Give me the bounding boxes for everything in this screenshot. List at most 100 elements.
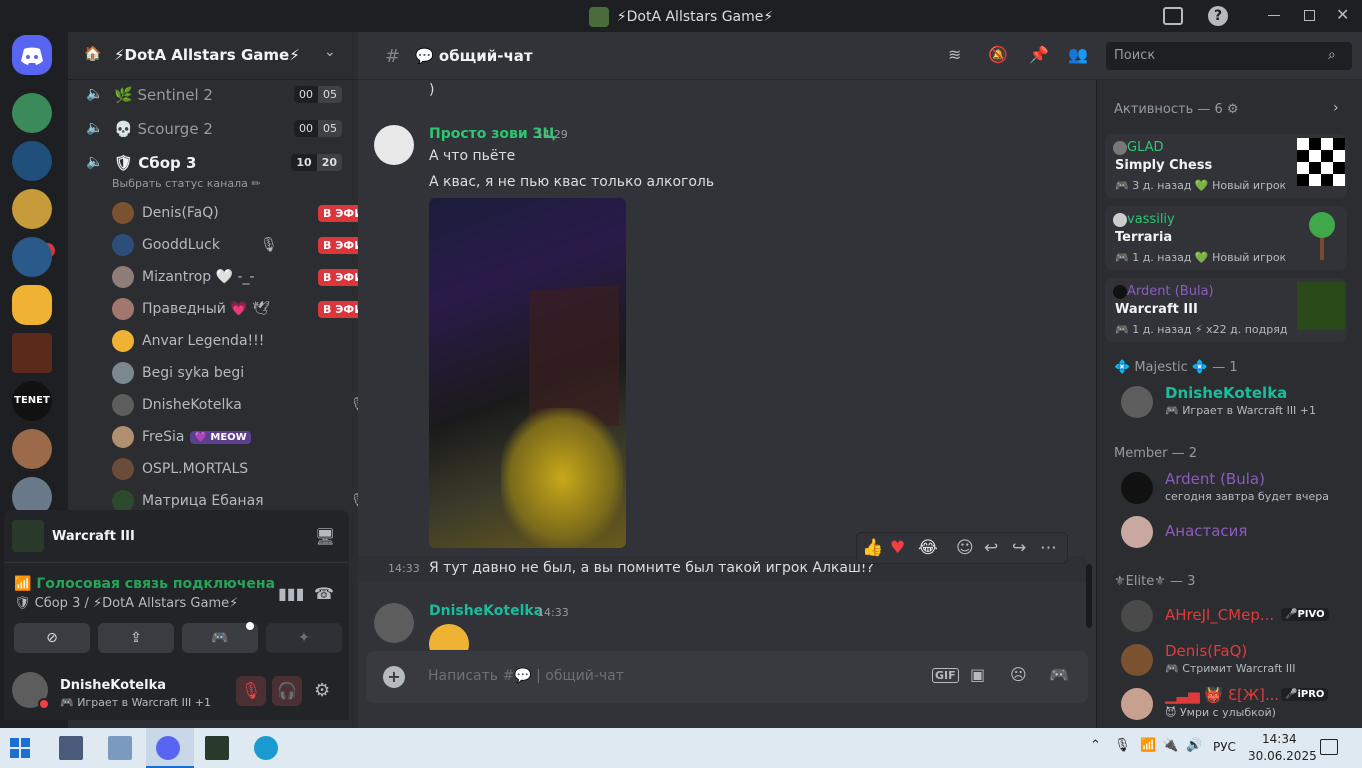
help-icon[interactable]: ?	[1208, 6, 1228, 26]
server-icon[interactable]	[12, 285, 52, 325]
screenshare-button[interactable]: ⇪	[98, 623, 174, 653]
voice-location[interactable]: 🛡 Сбор 3 / ⚡DotA Allstars Game⚡	[14, 596, 238, 611]
activity-card[interactable]: vassiliy Terraria 🎮 1 д. назад 💚 Новый и…	[1105, 206, 1347, 270]
avatar[interactable]	[374, 603, 414, 643]
thumbs-up-icon[interactable]: 👍	[862, 538, 883, 558]
username: DnisheKotelka	[60, 678, 166, 693]
member-item[interactable]: AHreJl_CMep... 🎤PIVO	[1121, 596, 1351, 636]
warcraft-app-icon[interactable]	[205, 736, 229, 760]
voice-user[interactable]: Denis(FaQ)В ЭФИРЕ	[112, 198, 358, 228]
taskbar-app-active[interactable]	[146, 728, 194, 768]
voice-channel[interactable]: 🔈 💀 Scourge 2 00 05	[84, 114, 342, 144]
discord-home-button[interactable]	[12, 35, 52, 75]
windows-start-icon[interactable]	[10, 738, 30, 758]
add-attachment-icon[interactable]: +	[383, 666, 405, 688]
settings-gear-icon[interactable]: ⚙	[314, 680, 330, 701]
voice-user[interactable]: FreSia💜 MEOW🎙	[112, 422, 358, 452]
add-reaction-icon[interactable]: ☺	[956, 538, 974, 558]
soundboard-button[interactable]: ✦	[266, 623, 342, 653]
avatar[interactable]	[374, 125, 414, 165]
windows-taskbar: ⌃ 🎙 📶 🔌 🔊 РУС 14:34 30.06.2025	[0, 728, 1362, 768]
emoji-icon[interactable]: ☹	[1010, 665, 1027, 684]
language-indicator[interactable]: РУС	[1213, 740, 1236, 754]
server-tenet-icon[interactable]: TENET	[12, 381, 52, 421]
member-list-icon[interactable]: 👥	[1068, 45, 1088, 64]
voice-user[interactable]: DnisheKotelka🎙🎧	[112, 390, 358, 420]
server-icon[interactable]	[12, 141, 52, 181]
edge-browser-icon[interactable]	[254, 736, 278, 760]
mail-app-icon[interactable]	[59, 736, 83, 760]
server-icon[interactable]	[12, 189, 52, 229]
member-item[interactable]: ▁▃▅ 👹 Ɛ[Ж]... 😈 Умри с улыбкой) 🎤iPRO	[1121, 684, 1351, 724]
member-item[interactable]: Denis(FaQ) 🎮 Стримит Warcraft III	[1121, 640, 1351, 680]
message-image[interactable]	[429, 198, 626, 548]
warcraft-game-icon	[1297, 282, 1345, 330]
forward-icon[interactable]: ↪	[1012, 538, 1026, 558]
avatar	[1121, 600, 1153, 632]
search-input[interactable]: Поиск ⌕	[1106, 42, 1352, 70]
message-list: ) Просто зови ЗЦ 14:29 А что пьёте А ква…	[358, 80, 1096, 650]
power-icon[interactable]: 🔌	[1162, 738, 1178, 753]
laughing-icon[interactable]: 😂	[918, 538, 938, 558]
camera-button[interactable]: ⊘	[14, 623, 90, 653]
threads-icon[interactable]: ≋	[948, 45, 961, 64]
chevron-down-icon[interactable]: ⌄	[324, 44, 336, 60]
more-icon[interactable]: ⋯	[1040, 538, 1057, 558]
maximize-button[interactable]	[1304, 10, 1315, 21]
gamepad-icon[interactable]: 🎮	[1049, 665, 1069, 684]
member-item[interactable]: DnisheKotelka 🎮 Играет в Warcraft III +1	[1121, 382, 1351, 422]
channel-status[interactable]: Выбрать статус канала ✏	[112, 177, 261, 190]
channel-list: 🔈 🌿 Sentinel 2 00 05 🔈 💀 Scourge 2 00 05 🔈…	[68, 80, 358, 510]
voice-user[interactable]: GooddLuck🎙В ЭФИРЕ	[112, 230, 358, 260]
live-badge: В ЭФИРЕ	[318, 268, 358, 286]
server-icon[interactable]	[12, 333, 52, 373]
live-badge: В ЭФИРЕ	[318, 204, 358, 222]
gif-icon[interactable]: GIF	[932, 668, 959, 683]
noise-suppression-icon[interactable]: ▮▮▮	[278, 584, 304, 603]
reply-icon[interactable]: ↩	[984, 538, 998, 558]
message-input[interactable]: Написать #💬 | общий-чат	[428, 668, 624, 684]
tray-chevron-icon[interactable]: ⌃	[1090, 738, 1101, 753]
pin-icon[interactable]: 📌	[1029, 45, 1049, 64]
close-button[interactable]: ✕	[1336, 5, 1349, 24]
disconnect-icon[interactable]: ☎	[314, 584, 334, 603]
activity-header: Активность — 6 ⚙	[1114, 102, 1239, 117]
server-icon[interactable]	[12, 429, 52, 469]
voice-user[interactable]: Матрица Ебаная🎙🎧	[112, 486, 358, 510]
volume-icon[interactable]: 🔊	[1186, 738, 1202, 753]
network-icon[interactable]: 📶	[1140, 738, 1156, 753]
member-item[interactable]: Анастасия	[1121, 512, 1351, 552]
deafen-button[interactable]: 🎧	[272, 676, 302, 706]
activity-card[interactable]: Ardent (Bula) Warcraft III 🎮 1 д. назад …	[1105, 278, 1347, 342]
mute-button[interactable]: 🎙	[236, 676, 266, 706]
voice-channel-active[interactable]: 🔈 🛡 Сбор 3 10 20	[84, 148, 342, 178]
avatar	[112, 234, 134, 256]
minimize-button[interactable]	[1268, 15, 1280, 16]
notification-mute-icon[interactable]: 🔕	[988, 45, 1008, 64]
chevron-right-icon[interactable]: ›	[1333, 100, 1339, 116]
server-icon[interactable]	[12, 237, 52, 277]
notifications-icon[interactable]	[1320, 739, 1338, 755]
clock-date[interactable]: 30.06.2025	[1248, 749, 1317, 763]
activity-card[interactable]: GLAD Simply Chess 🎮 3 д. назад 💚 Новый и…	[1105, 134, 1347, 198]
voice-user[interactable]: Begi syka begi	[112, 358, 358, 388]
inbox-icon[interactable]	[1163, 7, 1183, 25]
voice-user[interactable]: OSPL.MORTALS	[112, 454, 358, 484]
server-dota-icon[interactable]	[12, 93, 52, 133]
voice-channel[interactable]: 🔈 🌿 Sentinel 2 00 05	[84, 80, 342, 110]
member-item[interactable]: Ardent (Bula) сегодня завтра будет вчера	[1121, 468, 1351, 508]
voice-user[interactable]: Праведный 💗 🕊В ЭФИРЕ	[112, 294, 358, 324]
voice-user[interactable]: Mizantrop 🤍 -_-В ЭФИРЕ	[112, 262, 358, 292]
voice-user[interactable]: Anvar Legenda!!!	[112, 326, 358, 356]
server-header[interactable]: 🏠 ⚡DotA Allstars Game⚡ ⌄	[68, 32, 358, 80]
clock-time[interactable]: 14:34	[1262, 732, 1297, 746]
message-author[interactable]: DnisheKotelka	[429, 603, 543, 619]
user-status: 🎮 Играет в Warcraft III +1	[60, 696, 212, 709]
calculator-app-icon[interactable]	[108, 736, 132, 760]
microphone-icon[interactable]: 🎙	[1114, 738, 1131, 753]
avatar	[112, 426, 134, 448]
heart-icon[interactable]: ♥	[890, 538, 905, 558]
sticker-icon[interactable]: ▣	[970, 665, 985, 684]
scrollbar[interactable]	[1086, 564, 1092, 628]
stream-icon[interactable]: 🖥	[315, 527, 335, 546]
